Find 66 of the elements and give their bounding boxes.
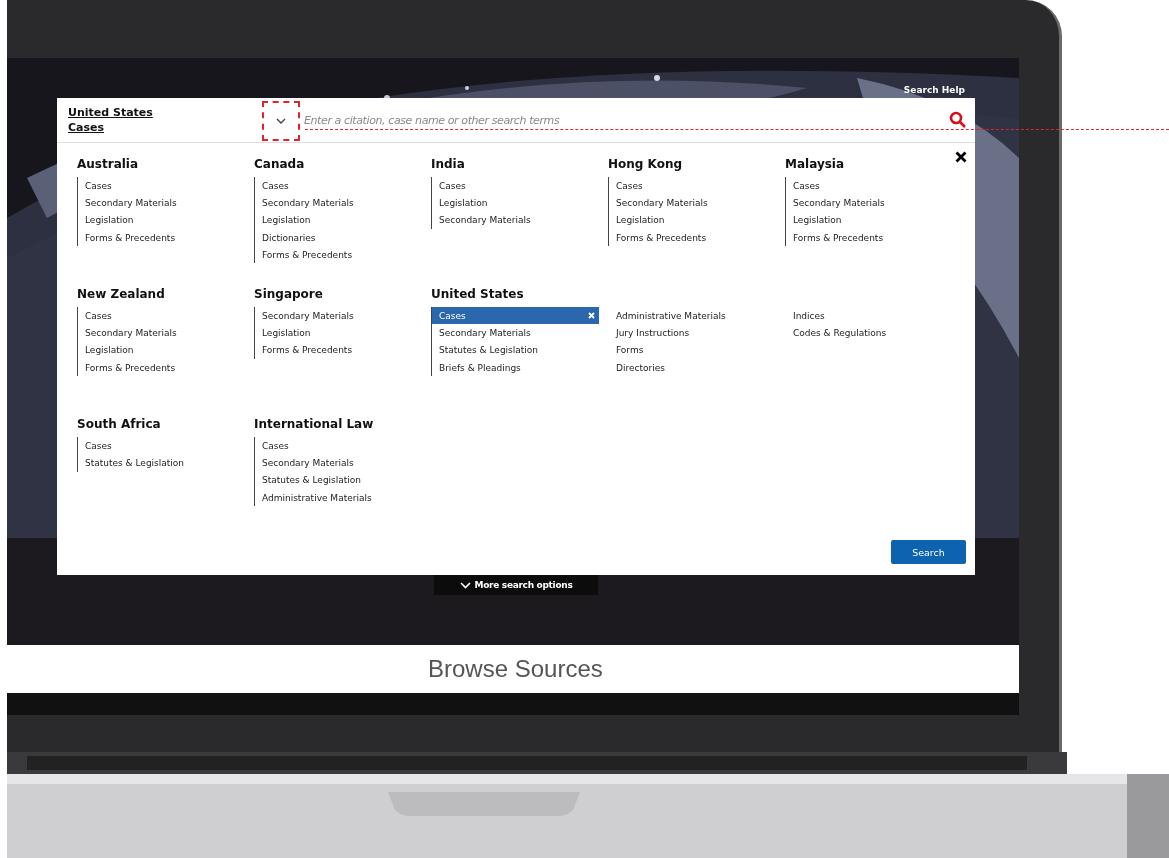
source-item[interactable]: Cases [255,437,422,455]
source-item[interactable]: Secondary Materials [786,194,953,212]
jurisdiction-heading: New Zealand [77,287,166,301]
source-item[interactable]: Cases [432,307,599,325]
source-item[interactable]: Cases [609,177,776,195]
source-item[interactable]: Secondary Materials [255,307,422,325]
jurisdiction-heading: Hong Kong [608,157,684,171]
source-item[interactable]: Legislation [255,211,422,229]
source-item[interactable]: Cases [78,177,245,195]
source-item[interactable]: Cases [78,307,245,325]
source-item[interactable]: Administrative Materials [255,488,422,507]
jurisdiction-heading: Singapore [254,287,324,301]
search-help-link[interactable]: Search Help [903,85,965,95]
scope-dropdown-button[interactable] [262,101,300,141]
source-item[interactable]: Secondary Materials [432,324,599,342]
jurisdiction-heading: Canada [254,157,306,171]
source-item[interactable]: Dictionaries [255,228,422,247]
more-search-options-button[interactable]: More search options [434,575,598,595]
source-item[interactable]: Briefs & Pleadings [432,358,599,377]
jurisdiction-heading: United States [431,287,525,301]
source-item[interactable]: Indices [786,307,953,325]
source-item[interactable]: Statutes & Legislation [255,471,422,489]
jurisdiction-heading: South Africa [77,417,162,431]
source-item[interactable]: Legislation [78,341,245,359]
jurisdiction-heading: Malaysia [785,157,846,171]
source-item[interactable]: Cases [432,177,599,195]
source-item[interactable]: Directories [609,358,776,377]
source-item[interactable]: Legislation [609,211,776,229]
source-item[interactable]: Administrative Materials [609,307,776,325]
source-item[interactable]: Cases [786,177,953,195]
search-button[interactable]: Search [891,540,966,564]
chevron-icon [276,117,286,125]
scope-link[interactable]: United States [68,105,153,120]
source-item[interactable]: Statutes & Legislation [432,341,599,359]
source-item[interactable]: Secondary Materials [432,211,599,229]
source-item[interactable]: Jury Instructions [609,324,776,342]
source-item[interactable]: Forms [609,341,776,359]
source-item[interactable]: Legislation [432,194,599,212]
search-icon[interactable] [949,111,967,129]
source-item[interactable]: Cases [78,437,245,455]
scope-link[interactable]: Cases [68,120,105,135]
source-item[interactable]: Secondary Materials [609,194,776,212]
source-item[interactable]: Secondary Materials [255,194,422,212]
source-item[interactable]: Legislation [78,211,245,229]
source-item[interactable]: Forms & Precedents [78,228,245,247]
source-item[interactable]: Forms & Precedents [255,341,422,359]
source-item[interactable]: Forms & Precedents [786,228,953,247]
source-item[interactable]: Secondary Materials [255,454,422,472]
source-item[interactable]: Cases [255,177,422,195]
source-item[interactable]: Secondary Materials [78,194,245,212]
search-field[interactable]: Enter a citation, case name or other search terms [304,111,945,129]
source-item[interactable]: Statutes & Legislation [78,454,245,472]
jurisdiction-heading: International Law [254,417,375,431]
source-item[interactable]: Forms & Precedents [78,358,245,377]
section-title: Browse Sources [428,655,603,683]
source-item[interactable]: Codes & Regulations [786,324,953,342]
close-icon[interactable] [955,151,967,163]
source-item[interactable]: Forms & Precedents [609,228,776,247]
source-item[interactable]: Forms & Precedents [255,246,422,264]
source-item[interactable]: Secondary Materials [78,324,245,342]
chevron-icon [459,581,471,589]
jurisdiction-heading: Australia [77,157,140,171]
source-item[interactable]: Legislation [786,211,953,229]
jurisdiction-heading: India [431,157,466,171]
remove-icon[interactable] [588,312,595,320]
source-item[interactable]: Legislation [255,324,422,342]
